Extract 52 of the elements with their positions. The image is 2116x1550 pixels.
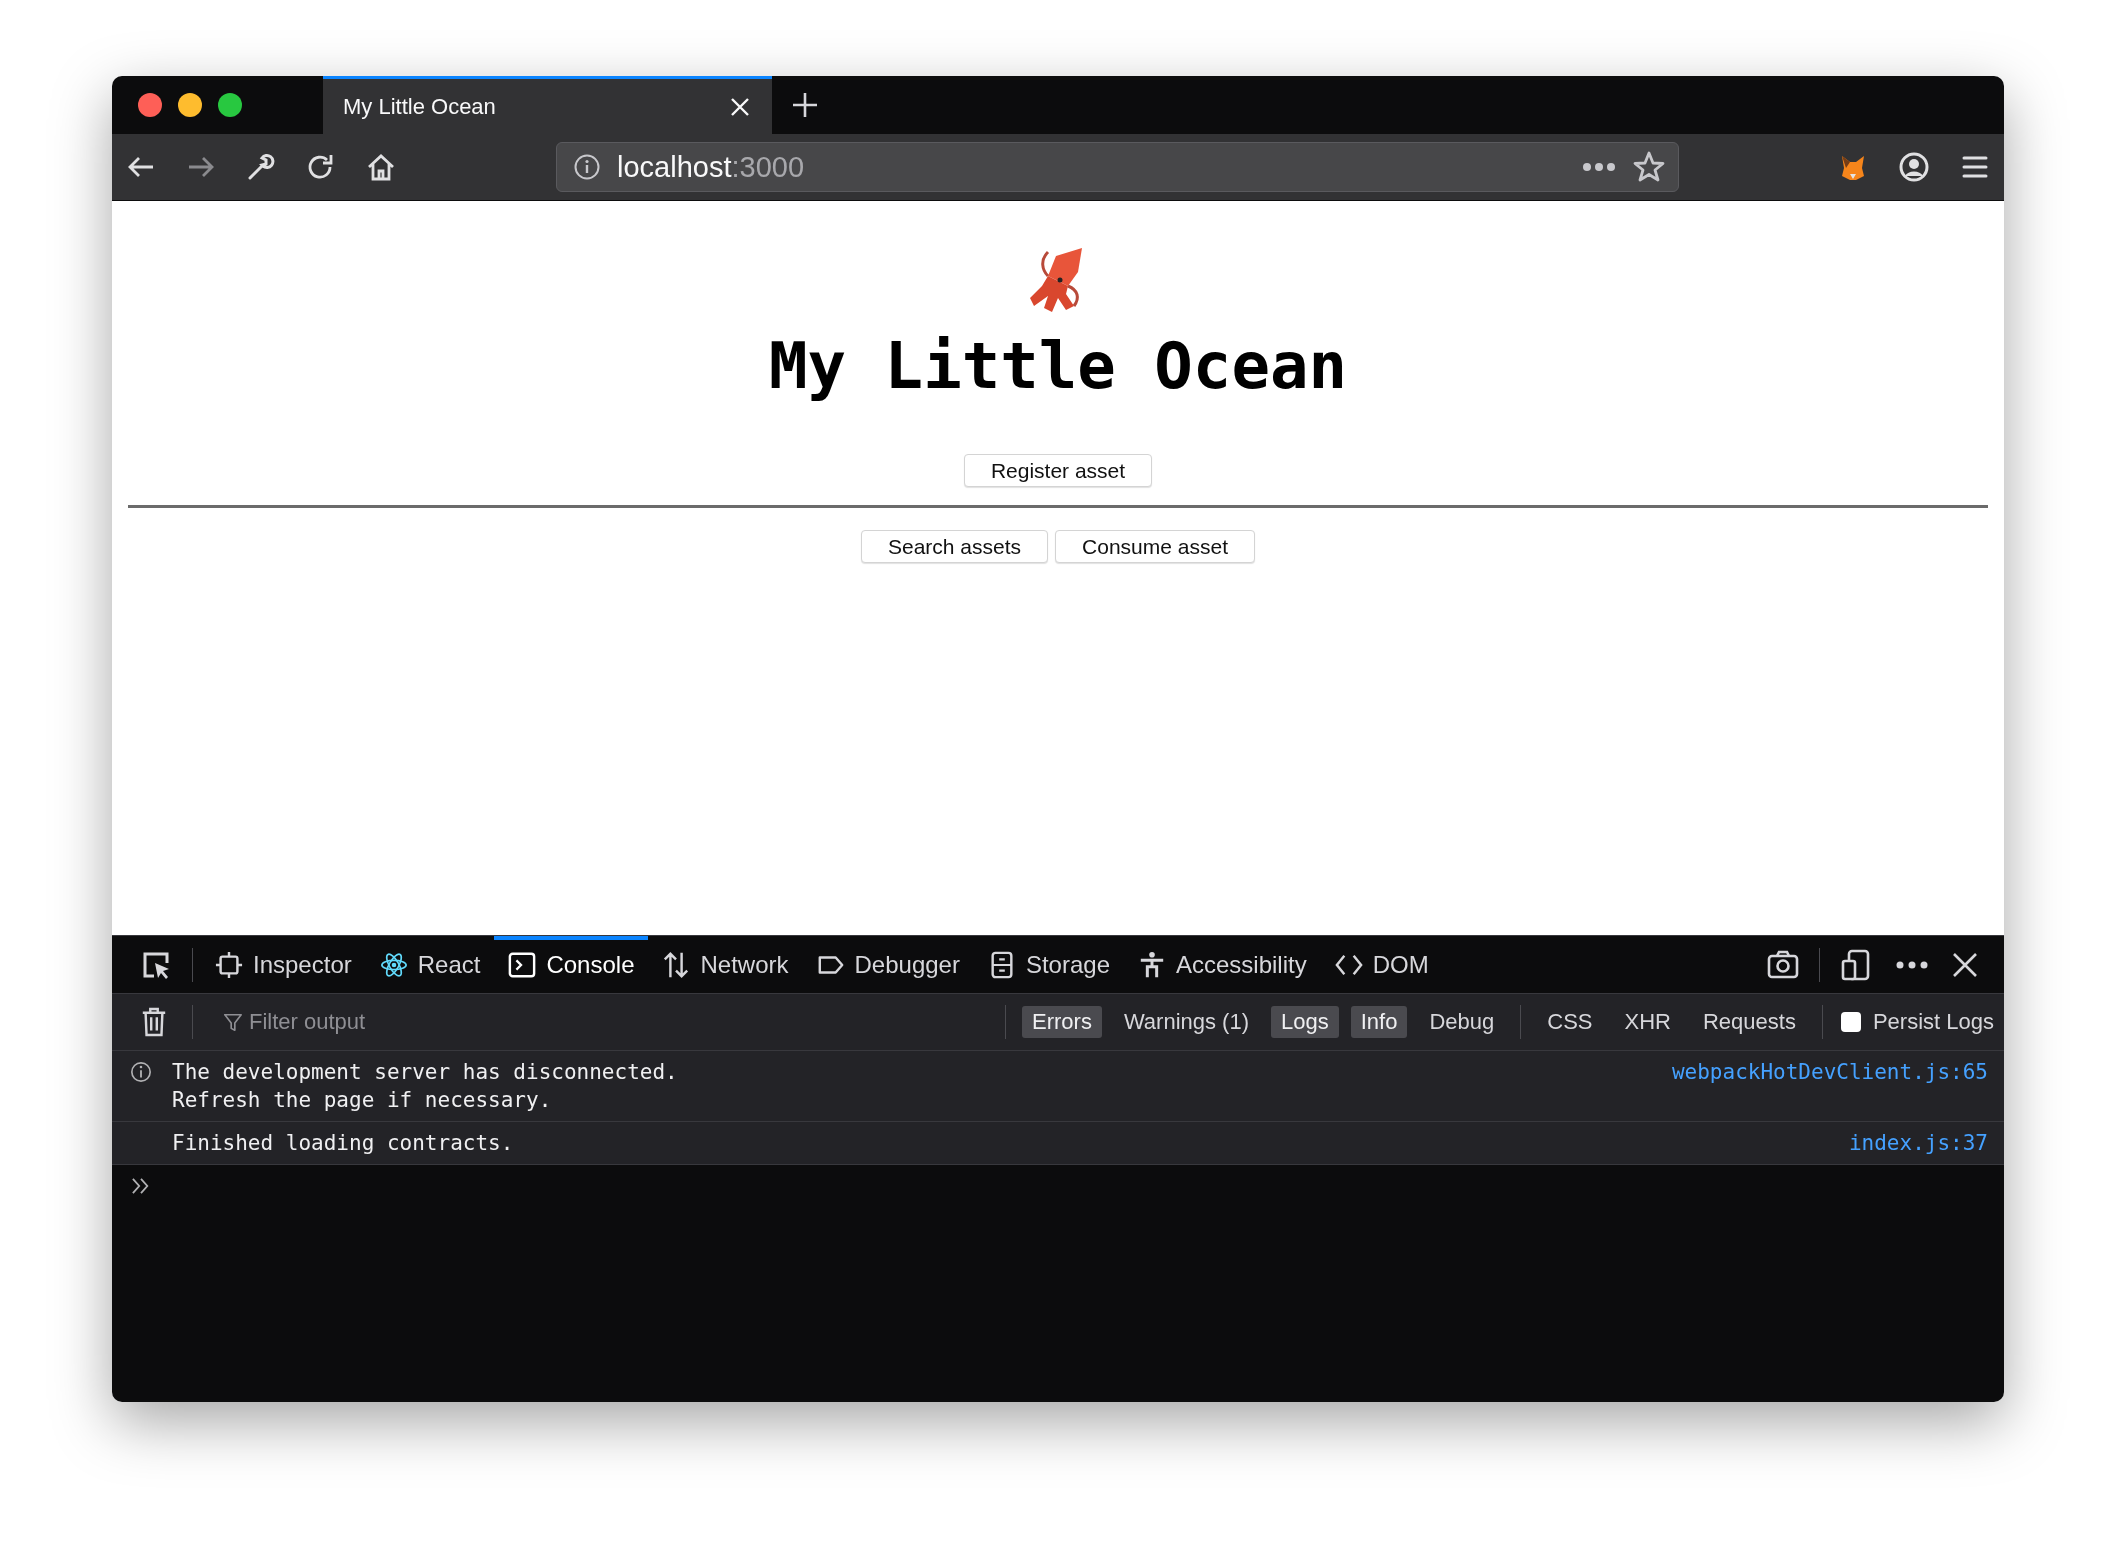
arrows-icon bbox=[662, 950, 691, 979]
level-filter-button[interactable]: Logs bbox=[1271, 1006, 1339, 1038]
tab-title: My Little Ocean bbox=[343, 93, 496, 120]
register-button[interactable]: Register asset bbox=[963, 454, 1153, 487]
devtools-tab[interactable]: DOM bbox=[1320, 936, 1443, 993]
source-link[interactable]: index.js:37 bbox=[1848, 1129, 1988, 1157]
devtools-tab[interactable]: Accessibility bbox=[1124, 936, 1321, 993]
request-filter-button[interactable]: XHR bbox=[1614, 1006, 1681, 1038]
window-close-button[interactable] bbox=[138, 93, 162, 117]
terminal-icon bbox=[508, 950, 537, 979]
more-icon[interactable] bbox=[1582, 162, 1616, 172]
person-icon bbox=[1138, 950, 1166, 979]
info-icon[interactable] bbox=[573, 153, 601, 181]
window-minimize-button[interactable] bbox=[178, 93, 202, 117]
browser-tab[interactable]: My Little Ocean bbox=[323, 76, 772, 134]
console-message: Finished loading contracts. bbox=[172, 1130, 514, 1157]
persist-logs-label: Persist Logs bbox=[1872, 1009, 1994, 1035]
consume-button[interactable]: Consume asset bbox=[1055, 530, 1255, 563]
window-zoom-button[interactable] bbox=[218, 93, 242, 117]
home-icon[interactable] bbox=[366, 152, 396, 182]
search-button[interactable]: Search assets bbox=[861, 530, 1049, 563]
wrench-icon[interactable] bbox=[246, 152, 276, 182]
device-icon[interactable] bbox=[1840, 948, 1872, 981]
level-filter-button[interactable]: Info bbox=[1350, 1006, 1408, 1038]
source-link[interactable]: webpackHotDevClient.js:65 bbox=[1671, 1058, 1988, 1086]
devtools-tab[interactable]: Network bbox=[648, 936, 803, 993]
account-icon[interactable] bbox=[1898, 151, 1930, 183]
address-bar[interactable]: localhost:3000 bbox=[556, 142, 1679, 192]
new-tab-icon[interactable] bbox=[792, 92, 818, 118]
devtools-tab[interactable]: Storage bbox=[973, 936, 1124, 993]
filter-field[interactable]: Filter output bbox=[247, 1008, 993, 1036]
console-message: The development server has disconnected. Refresh the page if necessary. bbox=[172, 1059, 678, 1114]
devtools-tab[interactable]: React bbox=[365, 936, 495, 993]
persist-logs-checkbox[interactable] bbox=[1840, 1012, 1861, 1032]
more-icon[interactable] bbox=[1896, 959, 1928, 970]
request-filter-button[interactable]: Requests bbox=[1693, 1006, 1806, 1038]
level-filter-button[interactable]: Errors bbox=[1022, 1006, 1102, 1038]
url-text: localhost:3000 bbox=[617, 150, 805, 184]
devtools-tab[interactable]: Debugger bbox=[802, 936, 974, 993]
page-title: My Little Ocean bbox=[769, 328, 1347, 405]
funnel-icon bbox=[223, 1012, 243, 1032]
info-icon bbox=[130, 1061, 152, 1083]
level-filter-button[interactable]: Debug bbox=[1419, 1006, 1505, 1038]
trash-icon[interactable] bbox=[140, 1007, 168, 1037]
request-filter-button[interactable]: CSS bbox=[1537, 1006, 1603, 1038]
devtools-tab[interactable]: Inspector bbox=[201, 936, 366, 993]
level-filter-button[interactable]: Warnings (1) bbox=[1113, 1006, 1259, 1038]
chip-icon bbox=[215, 950, 243, 979]
star-icon[interactable] bbox=[1632, 150, 1666, 184]
camera-icon[interactable] bbox=[1767, 948, 1799, 981]
close-icon[interactable] bbox=[1952, 951, 1978, 978]
atom-icon bbox=[379, 950, 408, 979]
